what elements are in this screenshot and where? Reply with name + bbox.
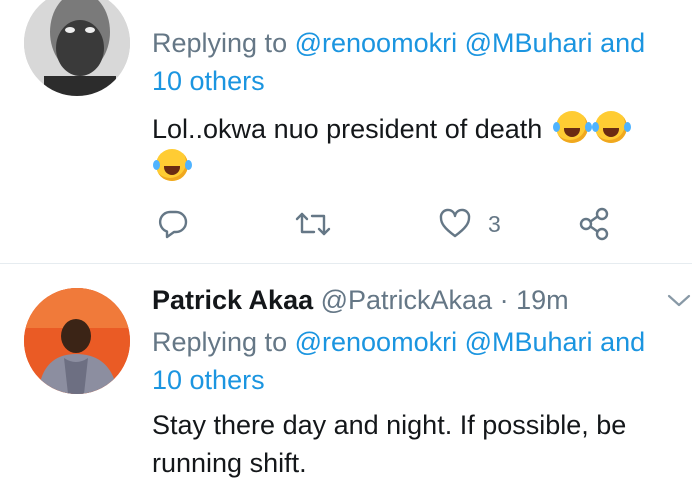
mention-link[interactable]: @MBuhari <box>465 327 593 357</box>
mention-and[interactable]: and <box>600 327 645 357</box>
face-with-tears-of-joy-icon <box>153 149 188 181</box>
replying-to-label: Replying to <box>152 327 288 357</box>
replying-to-line: Replying to @renoomokri @MBuhari and <box>152 28 645 59</box>
chevron-down-icon[interactable] <box>666 292 692 310</box>
mention-link[interactable]: @renoomokri <box>295 327 457 357</box>
display-name[interactable]: Patrick Akaa <box>152 285 313 315</box>
avatar[interactable] <box>24 288 130 394</box>
tweet-2[interactable]: Patrick Akaa @PatrickAkaa · 19m Replying… <box>0 264 692 478</box>
reply-icon[interactable] <box>157 208 189 240</box>
tweet-header: Patrick Akaa @PatrickAkaa · 19m <box>152 285 569 316</box>
tweet-text-line: running shift. <box>152 448 307 478</box>
share-icon[interactable] <box>578 207 612 241</box>
user-handle[interactable]: @PatrickAkaa <box>321 285 492 315</box>
avatar[interactable] <box>24 0 130 96</box>
replying-to-label: Replying to <box>152 28 288 58</box>
tweet-timestamp[interactable]: 19m <box>516 285 569 315</box>
tweet-text-line: Stay there day and night. If possible, b… <box>152 410 627 440</box>
mention-and[interactable]: and <box>600 28 645 58</box>
mention-others-link[interactable]: 10 others <box>152 365 265 396</box>
tweet-text: Lol..okwa nuo president of death <box>152 111 628 145</box>
face-with-tears-of-joy-icon <box>592 111 628 143</box>
avatar-photo <box>24 0 130 96</box>
avatar-photo <box>24 288 130 394</box>
like-icon[interactable] <box>438 208 472 240</box>
like-count: 3 <box>488 211 501 237</box>
retweet-icon[interactable] <box>294 208 332 240</box>
tweet-text-line-2 <box>152 149 188 183</box>
mention-link[interactable]: @renoomokri <box>295 28 457 58</box>
tweet-text-line: Lol..okwa nuo president of death <box>152 114 543 144</box>
tweet-1[interactable]: Replying to @renoomokri @MBuhari and 10 … <box>0 0 692 262</box>
mention-link[interactable]: @MBuhari <box>465 28 593 58</box>
mention-others-link[interactable]: 10 others <box>152 66 265 97</box>
face-with-tears-of-joy-icon <box>552 111 588 143</box>
header-separator: · <box>499 285 509 315</box>
replying-to-line: Replying to @renoomokri @MBuhari and <box>152 327 645 358</box>
